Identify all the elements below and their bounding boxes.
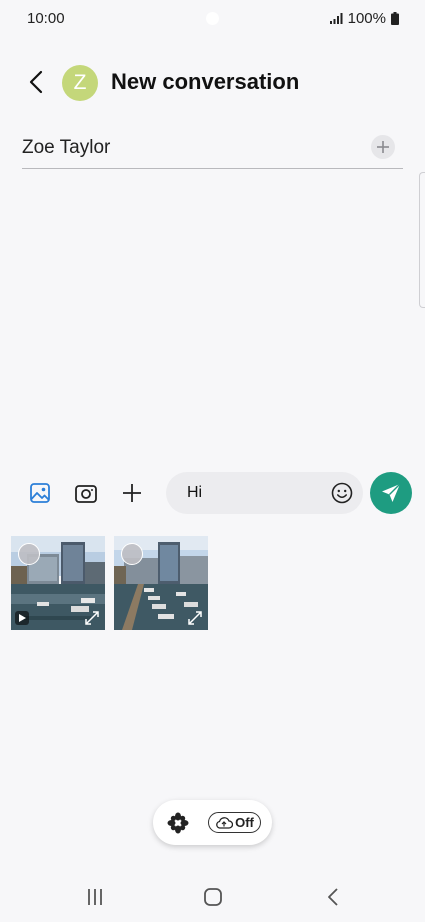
bixby-vision-icon[interactable] (167, 812, 189, 834)
front-camera-cutout (206, 12, 219, 25)
back-arrow-icon (328, 888, 338, 906)
gallery-icon (30, 483, 50, 503)
expand-icon[interactable] (85, 611, 99, 625)
send-button[interactable] (370, 472, 412, 514)
recents-button[interactable] (80, 884, 110, 910)
status-time: 10:00 (27, 10, 65, 27)
gallery-button[interactable] (25, 478, 55, 508)
message-input[interactable]: Hi (166, 472, 363, 514)
plus-icon (377, 141, 389, 153)
camera-button[interactable] (71, 478, 101, 508)
select-checkbox[interactable] (18, 543, 40, 565)
cloud-icon (216, 816, 234, 829)
emoji-icon[interactable] (331, 482, 353, 504)
attachment-thumbnail-image[interactable] (114, 536, 208, 630)
plus-icon (123, 484, 141, 502)
back-button[interactable] (22, 66, 50, 98)
attachment-thumbnail-video[interactable] (11, 536, 105, 630)
contact-avatar: Z (62, 65, 98, 101)
expand-icon[interactable] (188, 611, 202, 625)
home-icon (204, 888, 222, 906)
home-button[interactable] (198, 884, 228, 910)
camera-icon (75, 485, 97, 503)
edge-panel-handle[interactable] (419, 172, 425, 308)
floating-toolbar: Off (153, 800, 272, 845)
recents-icon (88, 889, 102, 905)
video-badge (15, 611, 29, 625)
battery-icon (391, 12, 399, 25)
recipient-name[interactable]: Zoe Taylor (22, 137, 110, 159)
select-checkbox[interactable] (121, 543, 143, 565)
send-icon (382, 483, 401, 502)
battery-percent: 100% (347, 10, 386, 27)
recipient-field[interactable]: Zoe Taylor (22, 135, 403, 169)
cloud-sync-toggle[interactable]: Off (208, 812, 261, 833)
add-recipient-button[interactable] (371, 135, 395, 159)
avatar-letter: Z (73, 71, 87, 94)
status-bar: 10:00 100% (0, 0, 425, 36)
cloud-toggle-label: Off (235, 815, 254, 830)
message-text[interactable]: Hi (187, 484, 202, 502)
status-right: 100% (329, 10, 399, 27)
signal-icon (329, 13, 343, 24)
chevron-left-icon (29, 70, 43, 94)
nav-back-button[interactable] (318, 884, 348, 910)
add-attachment-button[interactable] (117, 478, 147, 508)
play-icon (19, 614, 26, 622)
page-title: New conversation (111, 69, 300, 94)
